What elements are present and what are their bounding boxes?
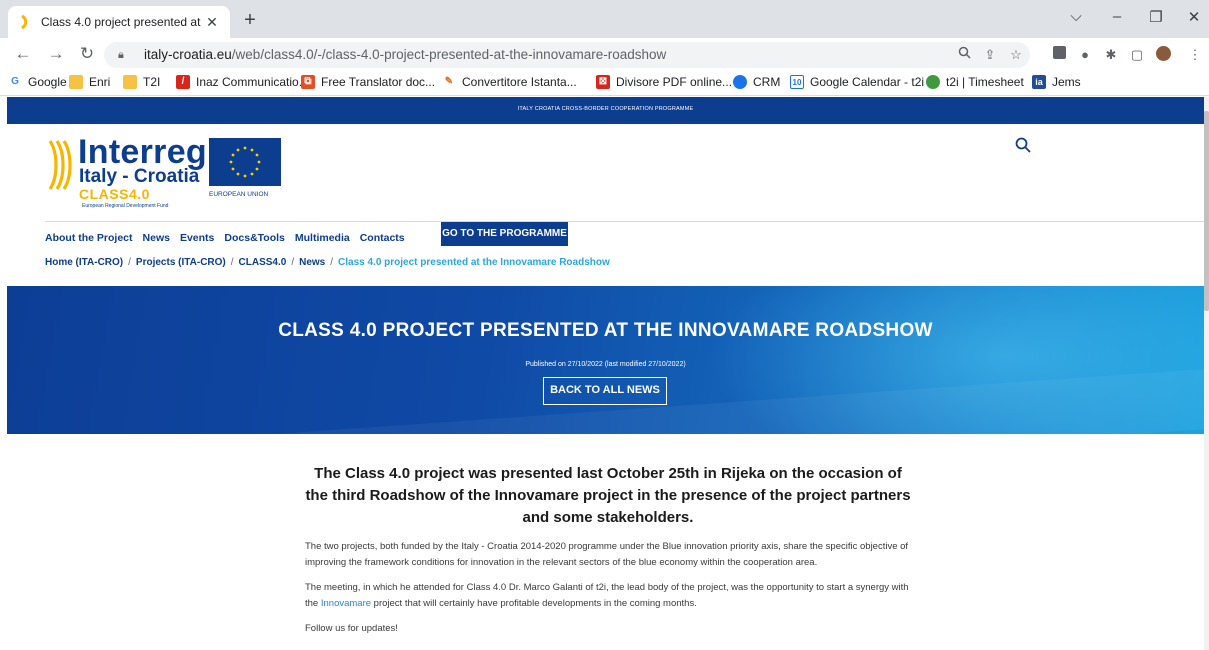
breadcrumb-current: Class 4.0 project presented at the Innov… [338,257,610,268]
minimize-icon[interactable]: – [1107,8,1127,25]
bookmark-convertitore[interactable]: ✎ Convertitore Istanta... [442,75,577,89]
eu-flag-icon [209,138,281,186]
breadcrumb: Home (ITA-CRO) / Projects (ITA-CRO) / CLASS4… [45,257,610,268]
scrollbar-thumb[interactable] [1204,111,1209,311]
logo-erdf-text: European Regional Development Fund [82,203,169,209]
breadcrumb-home[interactable]: Home (ITA-CRO) [45,257,123,268]
bookmark-inaz[interactable]: / Inaz Communicatio... [176,75,309,89]
interreg-logo[interactable]: Interreg Italy - Croatia CLASS4.0 Europe… [46,133,286,217]
extension-2-icon[interactable]: ● [1076,46,1094,64]
zoom-icon[interactable] [955,46,973,64]
back-to-all-news-button[interactable]: BACK TO ALL NEWS [543,377,667,405]
lock-icon: 🔒︎ [118,49,124,61]
bookmark-crm[interactable]: CRM [733,75,780,89]
article-paragraph-1: The two projects, both funded by the Ita… [305,541,909,568]
logo-class40-text: CLASS4.0 [79,186,150,202]
breadcrumb-news[interactable]: News [299,257,325,268]
bookmark-google[interactable]: G Google [8,75,67,89]
url-host: italy-croatia.eu [144,47,232,62]
news-article: The Class 4.0 project was presented last… [305,463,911,646]
interreg-waves-icon [48,140,72,190]
folder-icon [69,75,83,89]
menu-kebab-icon[interactable]: ⋮ [1186,46,1204,64]
breadcrumb-projects[interactable]: Projects (ITA-CRO) [136,257,226,268]
logo-eu-text: EUROPEAN UNION [209,191,269,198]
nav-news[interactable]: News [143,232,170,244]
nav-docs-tools[interactable]: Docs&Tools [224,232,284,244]
programme-top-bar: ITALY CROATIA CROSS-BORDER COOPERATION P… [7,97,1204,124]
nav-about-the-project[interactable]: About the Project [45,232,133,244]
inaz-icon: / [176,75,190,89]
bookmark-jems[interactable]: ia Jems [1032,75,1081,89]
nav-contacts[interactable]: Contacts [360,232,405,244]
page-scrollbar[interactable] [1204,97,1209,650]
crm-icon [733,75,747,89]
forward-arrow-icon[interactable]: → [45,43,67,65]
bookmark-star-icon[interactable]: ☆ [1007,46,1025,64]
address-bar[interactable]: 🔒︎ italy-croatia.eu/web/class4.0/-/class… [104,42,1030,68]
nav-multimedia[interactable]: Multimedia [295,232,350,244]
breadcrumb-separator: / [291,257,295,268]
bookmark-divisore-pdf[interactable]: ⊠ Divisore PDF online... [596,75,732,89]
browser-tab-strip: Class 4.0 project presented at the ✕ + ⌵… [0,0,1209,38]
logo-italy-croatia-text: Italy - Croatia [79,166,200,187]
google-icon: G [8,75,22,89]
share-icon[interactable]: ⇪ [981,46,999,64]
breadcrumb-class40[interactable]: CLASS4.0 [239,257,287,268]
browser-toolbar: ← → ↻ 🔒︎ italy-croatia.eu/web/class4.0/-… [0,38,1209,70]
tab-search-chevron-icon[interactable]: ⌵ [1066,8,1086,25]
bookmark-free-translator[interactable]: ⧉ Free Translator doc... [301,75,435,89]
innovamare-link[interactable]: Innovamare [321,598,371,609]
bookmark-enri[interactable]: Enri [69,75,110,89]
published-date: Published on 27/10/2022 (last modified 2… [525,361,686,368]
reload-icon[interactable]: ↻ [76,43,98,65]
breadcrumb-separator: / [230,257,234,268]
web-page: ITALY CROATIA CROSS-BORDER COOPERATION P… [0,97,1204,650]
close-window-icon[interactable]: ✕ [1184,8,1204,26]
breadcrumb-separator: / [128,257,131,268]
main-nav: About the Project News Events Docs&Tools… [45,229,415,247]
new-tab-icon[interactable]: + [238,9,262,33]
site-favicon-icon [18,15,32,29]
tab-title: Class 4.0 project presented at the [41,15,204,29]
breadcrumb-separator: / [330,257,334,268]
folder-icon [123,75,137,89]
news-hero-banner: CLASS 4.0 PROJECT PRESENTED AT THE INNOV… [7,286,1204,434]
bookmark-timesheet[interactable]: t2i | Timesheet [926,75,1024,89]
bookmark-t2i[interactable]: T2I [123,75,160,89]
article-lead: The Class 4.0 project was presented last… [305,465,911,526]
jems-icon: ia [1032,75,1046,89]
back-arrow-icon[interactable]: ← [12,43,34,65]
timesheet-icon [926,75,940,89]
article-paragraph-3: Follow us for updates! [305,623,398,634]
extensions-puzzle-icon[interactable]: ✱ [1102,46,1120,64]
news-title: CLASS 4.0 PROJECT PRESENTED AT THE INNOV… [278,320,933,341]
translator-icon: ⧉ [301,75,315,89]
extension-1-icon[interactable] [1050,46,1068,64]
converter-icon: ✎ [442,75,456,89]
bookmarks-bar: G Google Enri T2I / Inaz Communicatio... ⧉… [0,70,1209,96]
header-divider [45,221,1204,222]
nav-events[interactable]: Events [180,232,214,244]
restore-icon[interactable]: ❐ [1146,8,1166,26]
go-to-programme-button[interactable]: GO TO THE PROGRAMME [441,222,568,246]
url-path: /web/class4.0/-/class-4.0-project-presen… [231,47,667,62]
article-paragraph-2: The meeting, in which he attended for Cl… [305,582,909,609]
calendar-icon: 10 [790,75,804,89]
side-panel-icon[interactable]: ▢ [1128,46,1146,64]
search-icon[interactable] [1015,137,1031,153]
browser-tab[interactable]: Class 4.0 project presented at the ✕ [8,6,230,38]
tab-close-icon[interactable]: ✕ [204,14,220,31]
profile-avatar-icon[interactable] [1154,46,1172,64]
bookmark-google-calendar[interactable]: 10 Google Calendar - t2i [790,75,924,89]
pdf-icon: ⊠ [596,75,610,89]
